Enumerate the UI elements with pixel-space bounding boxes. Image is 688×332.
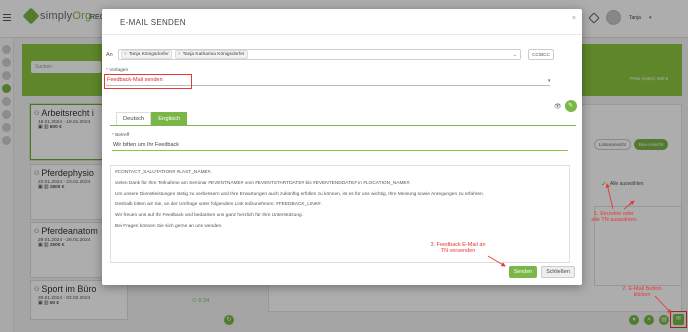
- annotation-arrows: [487, 183, 672, 314]
- arrow-step1b: [623, 200, 635, 210]
- arrow-step3: [487, 255, 506, 267]
- arrow-step2: [654, 295, 672, 314]
- arrow-step1: [605, 183, 614, 210]
